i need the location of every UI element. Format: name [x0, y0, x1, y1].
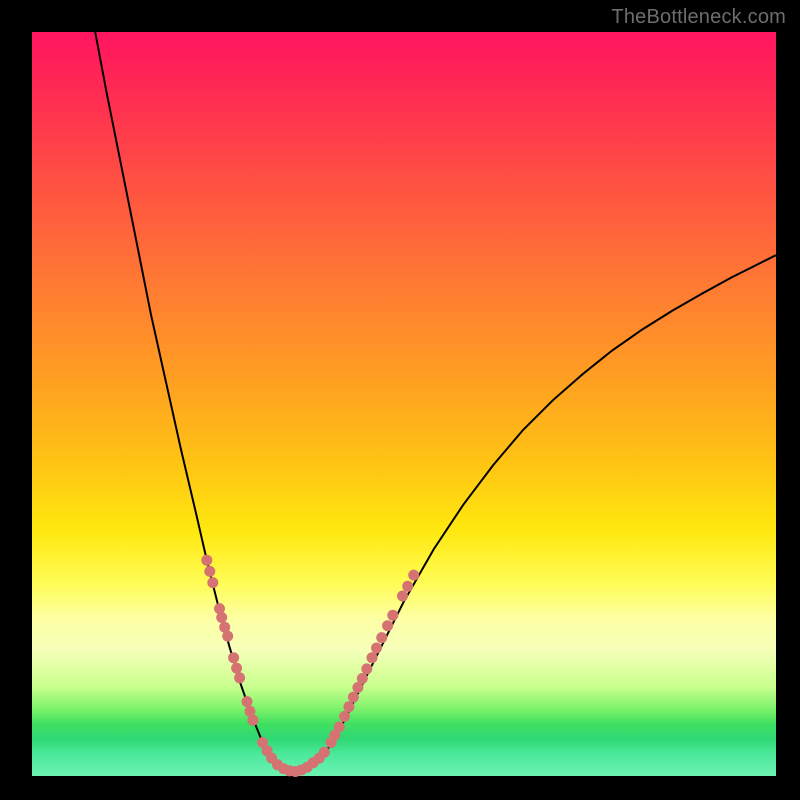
data-dot — [248, 715, 259, 726]
data-dot — [334, 721, 345, 732]
data-dot — [201, 555, 212, 566]
data-dot — [228, 652, 239, 663]
chart-frame: TheBottleneck.com — [0, 0, 800, 800]
plot-area — [32, 32, 776, 776]
data-dot — [348, 692, 359, 703]
data-dot — [234, 672, 245, 683]
data-dot — [242, 696, 253, 707]
bottleneck-curve-svg — [32, 32, 776, 776]
data-dot — [376, 632, 387, 643]
data-dot — [361, 663, 372, 674]
data-dot — [319, 747, 330, 758]
data-dot — [222, 631, 233, 642]
data-dot — [216, 612, 227, 623]
data-dot — [367, 652, 378, 663]
bottleneck-curve — [95, 32, 776, 772]
watermark-text: TheBottleneck.com — [611, 6, 786, 29]
data-dot — [387, 610, 398, 621]
data-dot — [204, 566, 215, 577]
data-dot — [397, 591, 408, 602]
data-dot — [339, 711, 350, 722]
data-dot — [371, 643, 382, 654]
data-dot — [231, 663, 242, 674]
data-dots-group — [201, 555, 419, 777]
data-dot — [408, 570, 419, 581]
data-dot — [343, 701, 354, 712]
data-dot — [207, 577, 218, 588]
data-dot — [357, 673, 368, 684]
data-dot — [402, 581, 413, 592]
data-dot — [382, 620, 393, 631]
